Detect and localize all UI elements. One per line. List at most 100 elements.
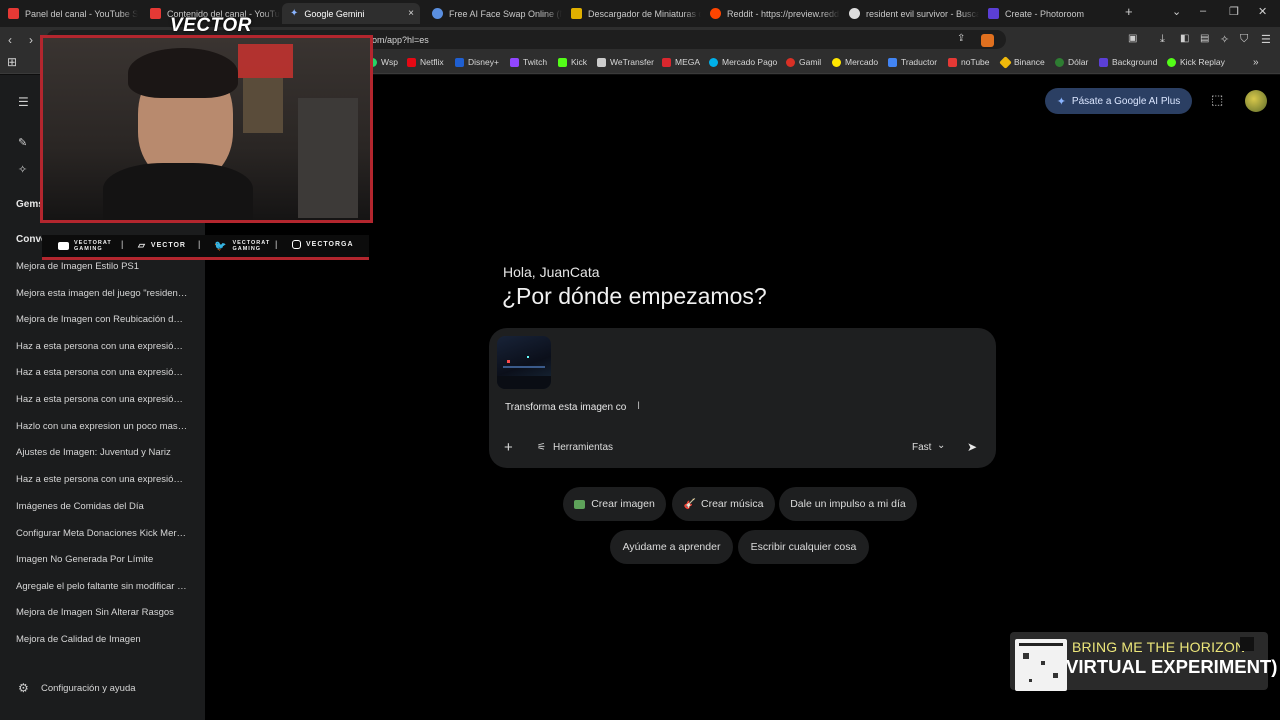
upgrade-ai-plus-button[interactable]: ✦ Pásate a Google AI Plus	[1045, 88, 1192, 114]
bookmark-binance[interactable]: Binance	[999, 55, 1045, 69]
tab-label: Create - Photoroom	[1005, 8, 1085, 19]
settings-gear-icon[interactable]: ⚙	[18, 681, 29, 695]
tab-search-dropdown-icon[interactable]: ⌄	[1172, 5, 1181, 18]
bookmark-netflix[interactable]: Netflix	[407, 57, 444, 67]
close-tab-icon[interactable]: ×	[408, 8, 414, 19]
headline: ¿Por dónde empezamos?	[502, 283, 767, 309]
bookmark-mercado[interactable]: Mercado	[832, 57, 878, 67]
download-icon[interactable]: ⤓	[1160, 33, 1165, 46]
guitar-icon: 🎸	[683, 498, 696, 510]
share-icon[interactable]: ⇪	[957, 33, 965, 44]
instagram-handle: VECTORGA	[292, 240, 354, 249]
chip-create-image[interactable]: Crear imagen	[563, 487, 666, 521]
sidebar-chat-item[interactable]: Haz a esta persona con una expresión de …	[16, 394, 188, 405]
sidebar-toggle-icon[interactable]: ◧	[1180, 33, 1189, 44]
sidebar-chat-item[interactable]: Mejora esta imagen del juego "resident e…	[16, 288, 188, 299]
instagram-icon	[292, 240, 301, 249]
url-text[interactable]: om/app?hl=es	[372, 35, 429, 45]
bookmark-mega[interactable]: MEGA	[662, 57, 700, 67]
sidebar-chat-item[interactable]: Ajustes de Imagen: Juventud y Nariz	[16, 447, 188, 458]
hamburger-menu-icon[interactable]: ☰	[18, 95, 29, 109]
sidebar-chat-item[interactable]: Haz a este persona con una expresión de …	[16, 474, 188, 485]
tab-thumbnail-downloader[interactable]: Descargador de Miniaturas de	[563, 3, 701, 24]
separator: |	[275, 239, 278, 249]
model-selector[interactable]: Fast	[912, 442, 931, 453]
menu-icon[interactable]: ☰	[1261, 33, 1271, 46]
settings-and-help-link[interactable]: Configuración y ayuda	[41, 683, 136, 694]
more-bookmarks-icon[interactable]: »	[1253, 57, 1259, 68]
sidebar-chat-item[interactable]: Configurar Meta Donaciones Kick Mercado	[16, 528, 188, 539]
bookmark-mercado-pago[interactable]: Mercado Pago	[709, 57, 777, 67]
greeting-text: Hola, JuanCata	[503, 264, 600, 280]
bookmark-gamil[interactable]: Gamil	[786, 57, 821, 67]
bookmark-twitch[interactable]: Twitch	[510, 57, 547, 67]
chip-boost-day[interactable]: Dale un impulso a mi día	[779, 487, 917, 521]
tab-youtube-studio-panel[interactable]: Panel del canal - YouTube Stu	[0, 3, 138, 24]
gemini-icon: ✦	[290, 8, 299, 19]
google-icon	[849, 8, 860, 19]
forward-icon[interactable]: ›	[29, 33, 33, 47]
attached-image-thumbnail[interactable]	[497, 336, 551, 389]
globe-icon	[432, 8, 443, 19]
sidebar-chat-item[interactable]: Imágenes de Comidas del Día	[16, 501, 188, 512]
youtube-handle: VECTORAT GAMING	[58, 240, 111, 252]
wallet-icon[interactable]: ▤	[1200, 33, 1209, 44]
youtube-icon	[150, 8, 161, 19]
crop-icon[interactable]: ⬚	[1211, 92, 1223, 108]
media-icon[interactable]: ▣	[1128, 33, 1137, 44]
sidebar-chat-item[interactable]: Hazlo con una expresion un poco mas seri…	[16, 421, 188, 432]
vpn-icon[interactable]: ⛉	[1240, 33, 1248, 46]
sidebar-chat-item[interactable]: Agregale el pelo faltante sin modificar …	[16, 581, 188, 592]
send-icon[interactable]: ➤	[967, 440, 977, 454]
tab-face-swap[interactable]: Free AI Face Swap Online (No	[424, 3, 562, 24]
apps-grid-icon[interactable]: ⊞	[7, 55, 17, 69]
tab-reddit[interactable]: Reddit - https://preview.redd	[702, 3, 840, 24]
close-window-button[interactable]: ✕	[1258, 5, 1267, 18]
upgrade-label: Pásate a Google AI Plus	[1071, 95, 1181, 107]
now-playing-artist: BRING ME THE HORIZON	[1072, 639, 1246, 655]
tools-button[interactable]: Herramientas	[553, 442, 613, 453]
bookmark-kick[interactable]: Kick	[558, 57, 587, 67]
sidebar-chat-item[interactable]: Mejora de Calidad de Imagen	[16, 634, 188, 645]
sidebar-chat-item[interactable]: Imagen No Generada Por Límite	[16, 554, 188, 565]
tab-photoroom[interactable]: Create - Photoroom	[980, 3, 1118, 24]
back-icon[interactable]: ‹	[8, 33, 12, 47]
bookmark-notube[interactable]: noTube	[948, 57, 990, 67]
sidebar-chat-item[interactable]: Mejora de Imagen con Reubicación de la c…	[16, 314, 188, 325]
avatar[interactable]	[1245, 90, 1267, 112]
prompt-input[interactable]: Transforma esta imagen co	[505, 402, 626, 413]
youtube-icon	[8, 8, 19, 19]
tab-google-search[interactable]: resident evil survivor - Buscar	[841, 3, 979, 24]
leo-ai-icon[interactable]: ✧	[1220, 33, 1229, 46]
brave-shield-icon[interactable]	[981, 34, 994, 47]
tab-google-gemini[interactable]: ✦ Google Gemini ×	[282, 3, 420, 24]
text-cursor-icon: I	[637, 400, 641, 412]
sidebar-chat-item[interactable]: Haz a esta persona con una expresión de …	[16, 367, 188, 378]
sidebar-chat-item[interactable]: Haz a esta persona con una expresión de …	[16, 341, 188, 352]
chip-write-anything[interactable]: Escribir cualquier cosa	[738, 530, 869, 564]
tab-label: Google Gemini	[304, 8, 365, 19]
site-icon	[571, 8, 582, 19]
chip-create-music[interactable]: 🎸 Crear música	[672, 487, 775, 521]
bookmark-disney[interactable]: Disney+	[455, 57, 499, 67]
gem-icon[interactable]: ✧	[18, 163, 27, 176]
chip-help-learn[interactable]: Ayúdame a aprender	[610, 530, 733, 564]
add-attachment-icon[interactable]: +	[504, 439, 513, 456]
now-playing-title: VIRTUAL EXPERIMENT)	[1066, 656, 1278, 677]
chevron-down-icon[interactable]: ⌄	[937, 440, 945, 451]
streamer-brand-logo: VECTOR	[170, 15, 252, 36]
bookmark-traductor[interactable]: Traductor	[888, 57, 937, 67]
bookmark-kick-replay[interactable]: Kick Replay	[1167, 57, 1225, 67]
reddit-icon	[710, 8, 721, 19]
bookmark-wetransfer[interactable]: WeTransfer	[597, 57, 654, 67]
bookmark-background[interactable]: Background	[1099, 57, 1157, 67]
new-tab-button[interactable]: +	[1125, 4, 1133, 19]
sidebar-chat-item[interactable]: Mejora de Imagen Estilo PS1	[16, 261, 188, 272]
widget-square-icon	[1240, 637, 1254, 651]
restore-button[interactable]: ❐	[1229, 5, 1239, 18]
webcam-overlay	[40, 35, 373, 223]
minimize-button[interactable]: –	[1200, 5, 1206, 17]
new-chat-icon[interactable]: ✎	[18, 136, 27, 149]
bookmark-dolar[interactable]: Dólar	[1055, 57, 1088, 67]
sidebar-chat-item[interactable]: Mejora de Imagen Sin Alterar Rasgos	[16, 607, 188, 618]
